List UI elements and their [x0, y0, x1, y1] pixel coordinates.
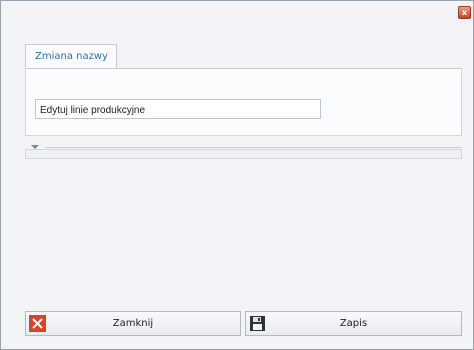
name-input[interactable] — [35, 99, 321, 119]
close-button-label: Zamknij — [112, 318, 154, 329]
collapsed-panel — [25, 149, 462, 159]
window-close-glyph: x — [461, 7, 468, 17]
collapse-divider — [45, 147, 461, 148]
title-bar: x — [1, 1, 473, 27]
close-button[interactable]: Zamknij — [25, 311, 241, 336]
window-close-button[interactable]: x — [458, 6, 471, 19]
tab-rename-label: Zmiana nazwy — [35, 51, 108, 62]
save-button[interactable]: Zapis — [245, 311, 462, 336]
save-button-label: Zapis — [339, 318, 368, 329]
tab-rename[interactable]: Zmiana nazwy — [25, 44, 117, 69]
